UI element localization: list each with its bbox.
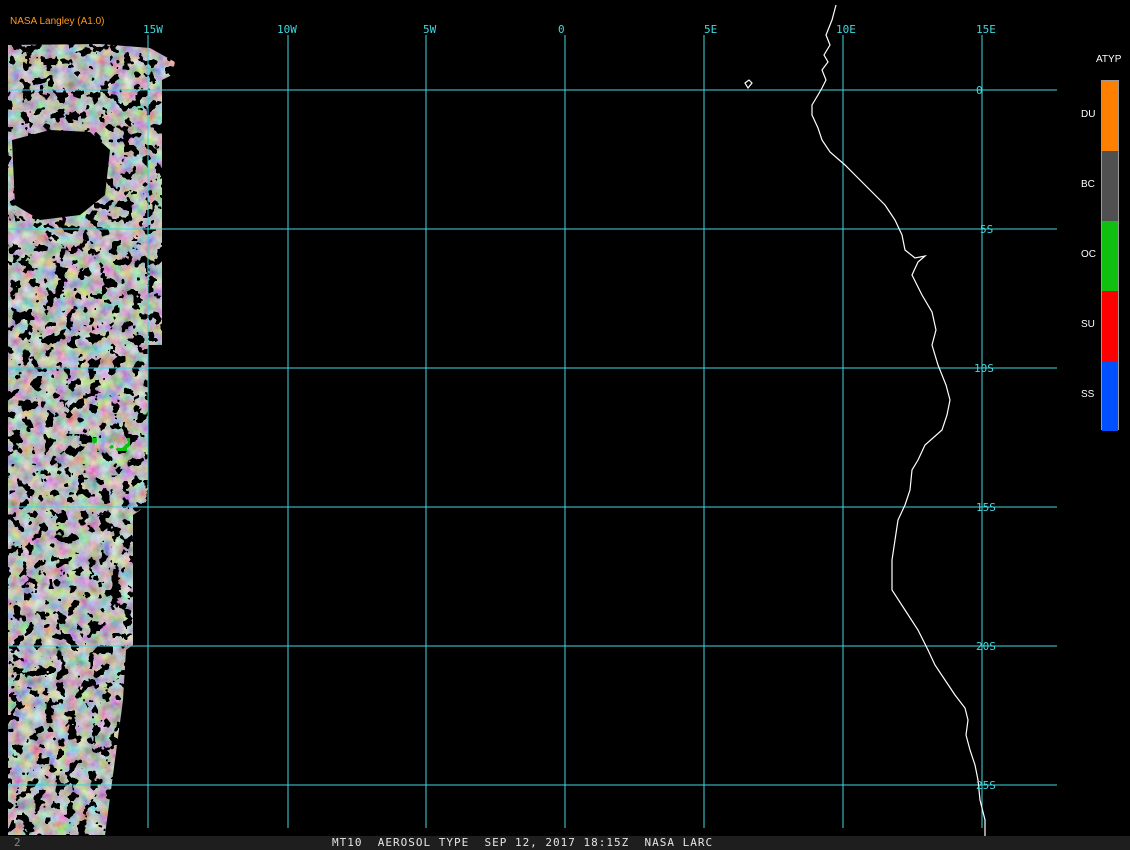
lon-label: 15E <box>976 23 996 36</box>
lat-label: 25S <box>976 779 996 792</box>
lon-label: 5E <box>704 23 717 36</box>
product-title: MT10 AEROSOL TYPE SEP 12, 2017 18:15Z NA… <box>332 836 714 849</box>
lat-label: 15S <box>976 501 996 514</box>
legend-label-bc: BC <box>1081 179 1095 190</box>
legend-swatch-ss <box>1102 361 1118 431</box>
credit-label: NASA Langley (A1.0) <box>10 16 105 27</box>
sea-salt-swath <box>8 372 148 835</box>
lon-label: 15W <box>143 23 163 36</box>
legend-label-oc: OC <box>1081 249 1096 260</box>
lat-label: 5S <box>980 223 993 236</box>
lat-label: 10S <box>974 362 994 375</box>
lat-label: 20S <box>976 640 996 653</box>
graticule <box>8 35 1057 828</box>
legend-swatch-oc <box>1102 221 1118 291</box>
legend-title: ATYP <box>1096 54 1122 65</box>
legend-label-ss: SS <box>1081 389 1095 400</box>
latitude-labels: 0 5S 10S 15S 20S 25S <box>974 84 996 792</box>
lon-label: 5W <box>423 23 437 36</box>
coastline <box>744 4 986 840</box>
legend-swatch-bc <box>1102 151 1118 221</box>
lon-label: 10W <box>277 23 297 36</box>
legend-label-du: DU <box>1081 109 1096 120</box>
legend-label-su: SU <box>1081 319 1095 330</box>
aerosol-map: 15W 10W 5W 0 5E 10E 15E 0 5S 10S 15S 20S… <box>8 4 1057 840</box>
legend-swatch-du <box>1102 81 1118 151</box>
frame-number: 2 <box>14 836 21 849</box>
legend-swatch-su <box>1102 291 1118 361</box>
lat-label: 0 <box>976 84 983 97</box>
color-legend <box>1101 80 1119 431</box>
lon-label: 10E <box>836 23 856 36</box>
lon-label: 0 <box>558 23 565 36</box>
status-bar: 2 MT10 AEROSOL TYPE SEP 12, 2017 18:15Z … <box>0 836 1130 850</box>
longitude-labels: 15W 10W 5W 0 5E 10E 15E <box>143 23 996 36</box>
